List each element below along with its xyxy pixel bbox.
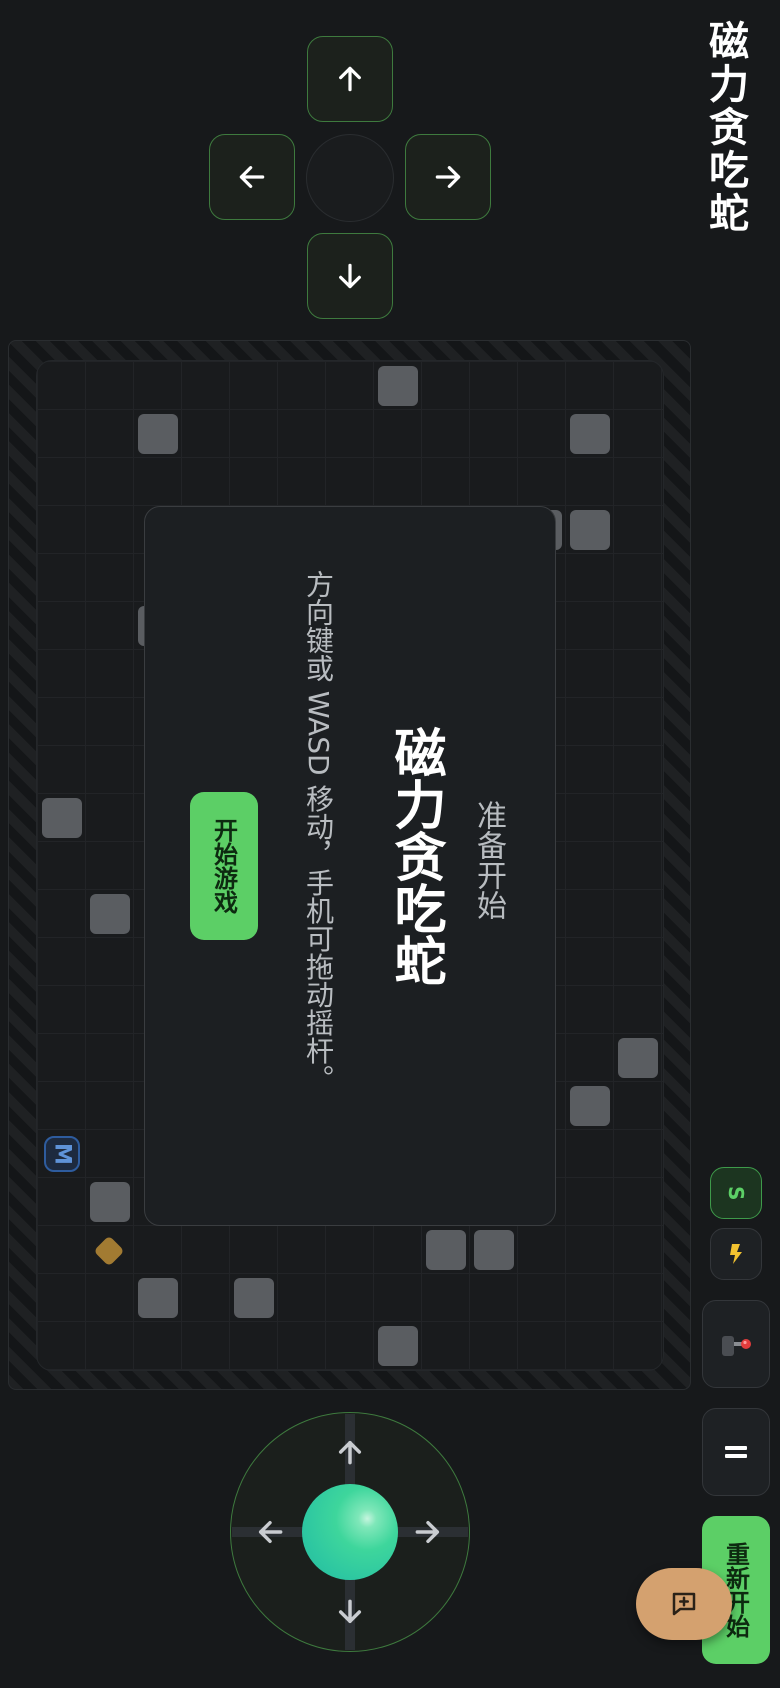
joystick-icon — [722, 1336, 751, 1356]
obstacle-block — [90, 1182, 130, 1222]
boost-button[interactable] — [710, 1228, 762, 1280]
badge-s-label: S — [724, 1185, 748, 1201]
obstacle-block — [378, 1326, 418, 1366]
lightning-icon — [730, 1244, 742, 1264]
arrow-right-icon — [435, 166, 461, 188]
dialog-instructions: 方向键或 WASD 移动，手机可拖动摇杆。 — [302, 570, 335, 1093]
joystick-arrow-left-icon — [258, 1520, 283, 1544]
obstacle-block — [570, 1086, 610, 1126]
arrow-left-icon — [239, 166, 265, 188]
obstacle-block — [426, 1230, 466, 1270]
joystick-toggle-button[interactable] — [702, 1300, 770, 1388]
dpad-right-button[interactable] — [405, 134, 491, 220]
dpad-center — [306, 134, 394, 222]
joystick-arrow-right-icon — [415, 1520, 440, 1544]
arrow-up-icon — [339, 66, 361, 92]
obstacle-block — [234, 1278, 274, 1318]
magnet-powerup: M — [44, 1136, 80, 1172]
joystick-arrow-down-icon — [338, 1599, 362, 1624]
obstacle-block — [570, 414, 610, 454]
obstacle-block — [90, 894, 130, 934]
dpad-left-button[interactable] — [209, 134, 295, 220]
start-game-label: 开始游戏 — [209, 818, 238, 914]
obstacle-block — [138, 1278, 178, 1318]
joystick-knob[interactable] — [302, 1484, 398, 1580]
obstacle-block — [474, 1230, 514, 1270]
obstacle-block — [618, 1038, 658, 1078]
pause-button[interactable] — [702, 1408, 770, 1496]
obstacle-block — [42, 798, 82, 838]
joystick-arrow-up-icon — [338, 1440, 362, 1465]
feedback-button[interactable] — [636, 1568, 732, 1640]
pause-icon — [725, 1446, 747, 1458]
start-game-button[interactable]: 开始游戏 — [190, 792, 258, 940]
dialog-title: 磁力贪吃蛇 — [385, 726, 445, 986]
arrow-down-icon — [339, 263, 361, 289]
dialog-status: 准备开始 — [471, 800, 506, 920]
obstacle-block — [138, 414, 178, 454]
dpad-up-button[interactable] — [307, 36, 393, 122]
game-title: 磁力贪吃蛇 — [702, 20, 748, 235]
magnet-label: M — [49, 1143, 75, 1165]
obstacle-block — [570, 510, 610, 550]
chat-plus-icon — [672, 1592, 696, 1616]
score-badge-s[interactable]: S — [710, 1167, 762, 1219]
dpad-down-button[interactable] — [307, 233, 393, 319]
obstacle-block — [378, 366, 418, 406]
